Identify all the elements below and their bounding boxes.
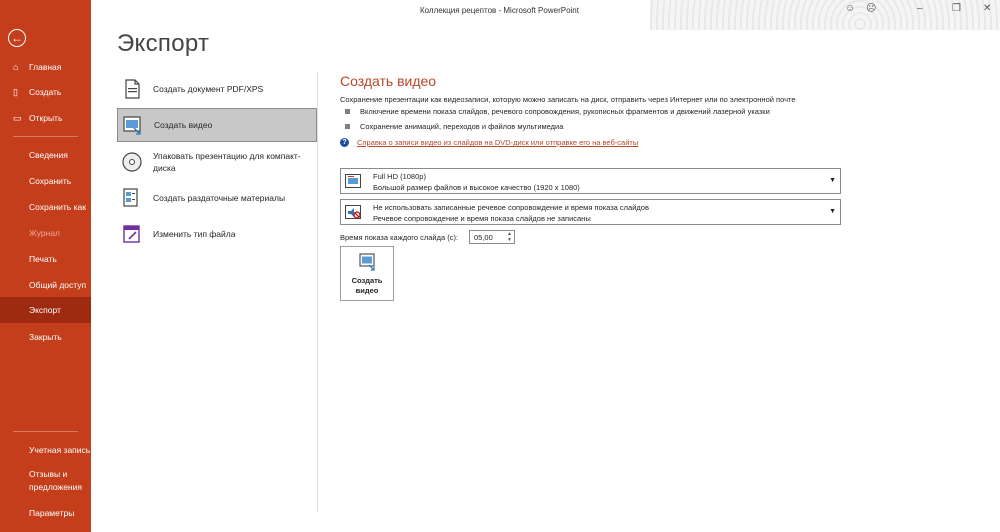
close-icon[interactable]: ✕ [983,3,991,14]
create-video-button-label: Создать видео [351,276,383,295]
option-package-cd[interactable]: Упаковать презентацию для компакт-диска [117,145,317,179]
sidebar-divider [13,136,78,137]
nav-save[interactable]: Сохранить [0,168,91,194]
cd-icon [122,152,142,172]
page-title: Экспорт [117,30,210,57]
home-icon: ⌂ [13,62,19,72]
back-arrow-icon[interactable]: ← [8,29,26,47]
nav-save-as-label: Сохранить как [29,202,86,212]
nav-history-label: Журнал [29,228,61,238]
nav-close-label: Закрыть [29,332,62,342]
help-question-icon: ? [340,138,349,147]
option-handouts-label: Создать раздаточные материалы [153,193,286,203]
restore-icon[interactable]: ❐ [952,3,961,14]
slide-duration-spinner[interactable]: 05,00 ▲ ▼ [469,230,515,244]
narration-subtitle: Речевое сопровождение и время показа сла… [373,214,591,223]
option-pdf-xps-label: Создать документ PDF/XPS [153,84,264,94]
nav-export-label: Экспорт [29,305,61,315]
bullet-icon [345,124,350,129]
option-package-cd-label: Упаковать презентацию для компакт-диска [153,151,301,173]
nav-close[interactable]: Закрыть [0,324,91,350]
nav-feedback[interactable]: Отзывы и предложения [0,466,91,496]
create-video-heading: Создать видео [340,73,437,89]
quality-subtitle: Большой размер файлов и высокое качество… [373,183,580,192]
nav-new[interactable]: ▯ Создать [0,79,91,105]
nav-feedback-label: Отзывы и предложения [29,469,82,492]
slide-duration-label: Время показа каждого слайда (с): [340,233,459,242]
smile-icon[interactable]: ☺ [845,3,855,14]
nav-print-label: Печать [29,254,57,264]
bullet-icon [345,109,350,114]
nav-share-label: Общий доступ [29,280,87,290]
nav-open-label: Открыть [29,113,63,123]
spin-down-icon[interactable]: ▼ [507,237,512,243]
option-create-video[interactable]: Создать видео [117,108,317,142]
nav-print[interactable]: Печать [0,246,91,272]
sidebar-divider [13,431,78,432]
video-icon [123,116,141,135]
quality-title: Full HD (1080p) [373,172,426,181]
change-file-type-icon [123,225,140,243]
nav-account[interactable]: Учетная запись [0,437,91,463]
frown-icon[interactable]: ☹ [866,3,876,14]
video-icon [359,253,375,271]
narration-icon [345,205,361,219]
option-change-file-type[interactable]: Изменить тип файла [117,217,317,251]
chevron-down-icon: ▼ [829,177,836,184]
narration-dropdown[interactable]: Не использовать записанные речевое сопро… [340,199,841,225]
nav-home[interactable]: ⌂ Главная [0,54,91,80]
title-bar: Коллекция рецептов - Microsoft PowerPoin… [91,0,1000,30]
panel-divider [317,72,318,512]
chevron-down-icon: ▼ [829,208,836,215]
help-link[interactable]: Справка о записи видео из слайдов на DVD… [357,138,638,147]
narration-title: Не использовать записанные речевое сопро… [373,203,649,212]
option-pdf-xps[interactable]: Создать документ PDF/XPS [117,72,317,106]
help-link-row: ? Справка о записи видео из слайдов на D… [340,138,638,147]
option-change-file-type-label: Изменить тип файла [153,229,236,239]
nav-share[interactable]: Общий доступ [0,272,91,298]
bullet-text: Сохранение анимаций, переходов и файлов … [360,122,564,131]
option-create-video-label: Создать видео [154,120,213,130]
nav-info-label: Сведения [29,150,68,160]
minimize-icon[interactable]: ‒ [917,3,923,14]
backstage-sidebar: ← ⌂ Главная ▯ Создать ▭ Открыть Сведения… [0,0,91,532]
nav-save-as[interactable]: Сохранить как [0,194,91,220]
quality-dropdown[interactable]: Full HD (1080p) Большой размер файлов и … [340,168,841,194]
bullet-text: Включение времени показа слайдов, речево… [360,107,770,116]
create-video-description: Сохранение презентации как видеозаписи, … [340,95,796,104]
nav-info[interactable]: Сведения [0,142,91,168]
pdf-document-icon [125,79,140,99]
open-folder-icon: ▭ [13,112,22,123]
nav-options-label: Параметры [29,508,75,518]
window-title: Коллекция рецептов - Microsoft PowerPoin… [420,6,579,15]
nav-new-label: Создать [29,87,62,97]
nav-account-label: Учетная запись [29,445,91,455]
nav-open[interactable]: ▭ Открыть [0,105,91,131]
nav-save-label: Сохранить [29,176,72,186]
handouts-icon [123,188,138,207]
nav-export[interactable]: Экспорт [0,297,91,323]
new-document-icon: ▯ [13,86,18,97]
nav-history: Журнал [0,220,91,246]
title-bar-pattern [650,0,1000,30]
bullet-item: Сохранение анимаций, переходов и файлов … [345,122,563,131]
nav-home-label: Главная [29,62,62,72]
create-video-button[interactable]: Создать видео [340,246,394,301]
presentation-quality-icon [345,174,361,188]
nav-options[interactable]: Параметры [0,500,91,526]
option-handouts[interactable]: Создать раздаточные материалы [117,181,317,215]
bullet-item: Включение времени показа слайдов, речево… [345,107,770,116]
slide-duration-value: 05,00 [474,233,493,242]
